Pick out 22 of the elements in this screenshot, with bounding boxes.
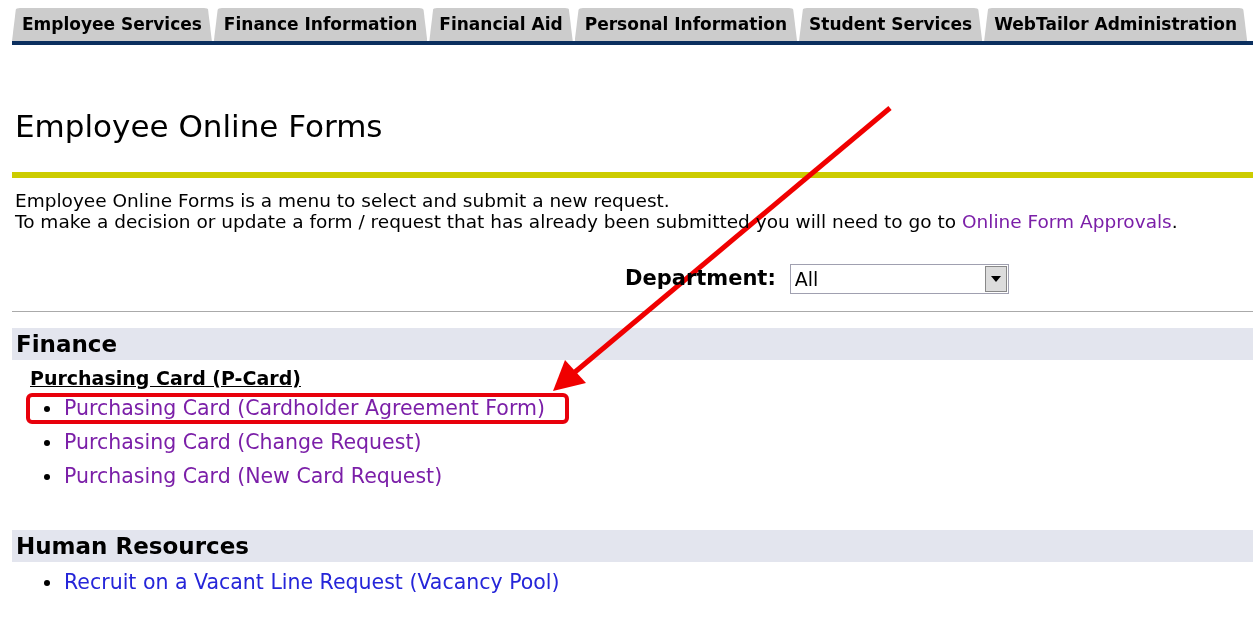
page-title: Employee Online Forms: [15, 109, 384, 143]
intro-text: Employee Online Forms is a menu to select and submit a new request.: [15, 190, 670, 211]
form-link[interactable]: Purchasing Card (Cardholder Agreement Form): [64, 393, 545, 424]
form-link[interactable]: Recruit on a Vacant Line Request (Vacancy Pool): [64, 567, 560, 598]
nav-tab[interactable]: WebTailor Administration: [984, 8, 1248, 41]
section-header: Human Resources: [12, 529, 1253, 562]
nav-tab[interactable]: Finance Information: [213, 8, 428, 41]
bullet-icon: [44, 473, 50, 480]
bullet-icon: [44, 405, 50, 412]
nav-tab[interactable]: Financial Aid: [429, 8, 573, 41]
approvals-link[interactable]: Online Form Approvals: [962, 211, 1172, 232]
bullet-icon: [44, 439, 50, 446]
department-dropdown[interactable]: All: [789, 263, 1009, 294]
form-link[interactable]: Purchasing Card (New Card Request): [64, 461, 443, 492]
nav-tab[interactable]: Employee Services: [12, 8, 212, 41]
bullet-icon: [44, 579, 50, 586]
nav-tab[interactable]: Student Services: [799, 8, 983, 41]
section-header: Finance: [12, 327, 1253, 360]
nav-tab[interactable]: Personal Information: [574, 8, 798, 41]
group-heading: Purchasing Card (P-Card): [29, 365, 302, 391]
form-link[interactable]: Purchasing Card (Change Request): [64, 427, 422, 458]
intro-text: To make a decision or update a form / request that has already been submitted you will need to go to Online Form Approvals.: [15, 211, 1178, 232]
